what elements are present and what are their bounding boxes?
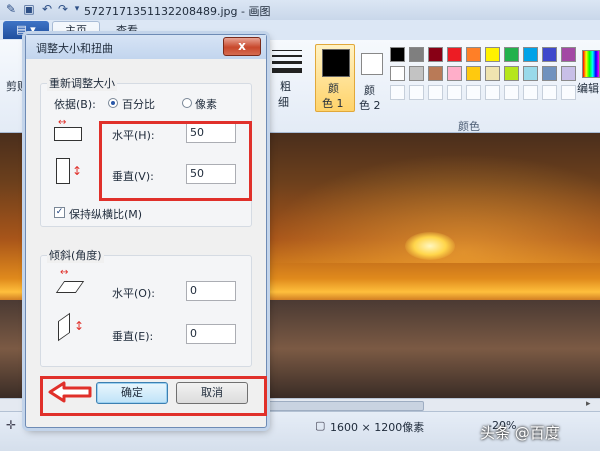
palette-swatch[interactable] — [485, 85, 500, 100]
skew-horizontal-icon: ↔ — [54, 267, 85, 295]
image-dimensions: 1600 × 1200像素 — [330, 421, 425, 434]
palette-swatch[interactable] — [485, 47, 500, 62]
palette-swatch[interactable] — [561, 47, 576, 62]
palette-swatch[interactable] — [542, 85, 557, 100]
palette-swatch[interactable] — [504, 85, 519, 100]
palette-swatch[interactable] — [466, 85, 481, 100]
pixels-radio[interactable] — [182, 98, 192, 108]
undo-icon[interactable]: ↶ — [40, 2, 54, 16]
palette-swatch[interactable] — [409, 85, 424, 100]
edit-colors-icon[interactable] — [582, 50, 600, 78]
window-title: 5727171351132208489.jpg - 画图 — [84, 5, 271, 18]
save-icon[interactable]: ▣ — [22, 2, 36, 16]
pixels-label[interactable]: 像素 — [195, 96, 217, 112]
palette-swatch[interactable] — [447, 47, 462, 62]
watermark-text: 头条 @百度 — [480, 424, 560, 442]
palette-swatch[interactable] — [504, 66, 519, 81]
palette-swatch[interactable] — [409, 66, 424, 81]
keep-ratio-label[interactable]: 保持纵横比(M) — [69, 206, 142, 222]
palette-swatch[interactable] — [561, 66, 576, 81]
palette-swatch[interactable] — [466, 66, 481, 81]
color-2-label: 颜 — [364, 84, 375, 97]
color-1-label-2: 色 1 — [322, 97, 344, 110]
dialog-title: 调整大小和扭曲 — [36, 42, 113, 55]
quick-access-dropdown-icon[interactable]: ▾ — [70, 2, 84, 16]
palette-swatch[interactable] — [504, 47, 519, 62]
skew-vertical-icon: ↕ — [56, 312, 86, 342]
size-lines-icon[interactable] — [272, 48, 302, 74]
cursor-position-icon: ✛ — [6, 418, 17, 432]
color-palette — [390, 47, 580, 107]
annotation-highlight-box-inputs — [99, 121, 252, 201]
palette-swatch[interactable] — [561, 85, 576, 100]
skew-group-label: 倾斜(角度) — [47, 247, 104, 263]
palette-swatch[interactable] — [390, 47, 405, 62]
palette-swatch[interactable] — [447, 66, 462, 81]
skew-v-label: 垂直(E): — [112, 330, 154, 343]
palette-swatch[interactable] — [542, 47, 557, 62]
palette-swatch[interactable] — [428, 47, 443, 62]
palette-swatch[interactable] — [542, 66, 557, 81]
skew-h-input[interactable]: 0 — [186, 281, 236, 301]
palette-swatch[interactable] — [447, 85, 462, 100]
edit-colors-label[interactable]: 编辑 — [577, 80, 599, 96]
color-1-label: 颜 — [328, 82, 339, 95]
color-2-swatch — [361, 53, 383, 75]
paint-title-bar: ✎ ▣ ↶ ↷ ▾ 5727171351132208489.jpg - 画图 — [0, 0, 600, 21]
palette-swatch[interactable] — [390, 66, 405, 81]
percent-radio[interactable] — [108, 98, 118, 108]
resize-vertical-icon: ↕ — [56, 158, 84, 186]
palette-swatch[interactable] — [485, 66, 500, 81]
resize-horizontal-icon: ↔ — [54, 118, 82, 141]
size-label: 粗 — [280, 80, 291, 93]
image-size-icon: ▢ — [315, 419, 326, 432]
color-2-button[interactable]: 颜 色 2 — [358, 44, 388, 112]
keep-ratio-checkbox[interactable]: ✓ — [54, 207, 65, 218]
colors-group-label: 颜色 — [458, 120, 480, 133]
dialog-title-bar[interactable]: 调整大小和扭曲 x — [26, 35, 266, 59]
palette-swatch[interactable] — [466, 47, 481, 62]
color-2-label-2: 色 2 — [359, 99, 381, 112]
palette-swatch[interactable] — [409, 47, 424, 62]
palette-swatch[interactable] — [390, 85, 405, 100]
sun-glow — [405, 232, 455, 260]
palette-swatch[interactable] — [523, 66, 538, 81]
color-1-button[interactable]: 颜 色 1 — [315, 44, 355, 112]
skew-v-input[interactable]: 0 — [186, 324, 236, 344]
palette-swatch[interactable] — [523, 85, 538, 100]
scroll-right-icon[interactable]: ▸ — [586, 399, 591, 409]
by-label: 依据(B): — [54, 98, 96, 111]
size-label-2: 细 — [278, 96, 289, 109]
palette-swatch[interactable] — [428, 85, 443, 100]
percent-label[interactable]: 百分比 — [122, 96, 155, 112]
dialog-close-button[interactable]: x — [223, 37, 261, 56]
palette-swatch[interactable] — [428, 66, 443, 81]
annotation-arrow-icon — [48, 381, 92, 403]
resize-skew-dialog: 调整大小和扭曲 x 重新调整大小 依据(B): 百分比 像素 ↔ ↕ 水平(H)… — [25, 34, 267, 428]
skew-h-label: 水平(O): — [112, 287, 155, 300]
palette-swatch[interactable] — [523, 47, 538, 62]
redo-icon[interactable]: ↷ — [56, 2, 70, 16]
color-1-swatch — [322, 49, 350, 77]
resize-group-label: 重新调整大小 — [47, 75, 117, 91]
paint-app-icon: ✎ — [5, 2, 17, 16]
